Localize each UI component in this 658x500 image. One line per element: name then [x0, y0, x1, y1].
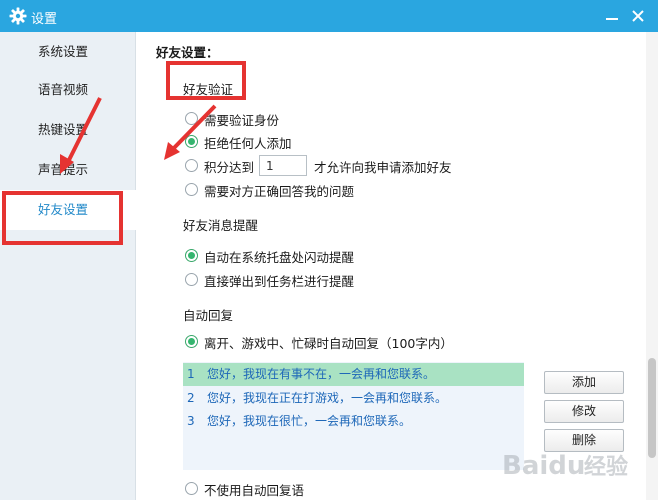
minimize-icon[interactable] [602, 6, 622, 26]
autoreply-option-disable[interactable]: 不使用自动回复语 [204, 480, 304, 499]
edit-reply-button[interactable]: 修改 [544, 400, 624, 423]
svg-text:经验: 经验 [584, 454, 628, 480]
sidebar-item-label: 语音视频 [38, 82, 89, 97]
title-bar: 设置 [0, 0, 658, 32]
list-item[interactable]: 2 您好，我现在正在打游戏，一会再和您联系。 [183, 387, 524, 410]
verify-radio-question[interactable] [185, 183, 198, 196]
reply-number: 2 [187, 391, 195, 405]
autoreply-option-enable[interactable]: 离开、游戏中、忙碌时自动回复（100字内） [204, 333, 453, 352]
list-item[interactable]: 3 您好，我现在很忙，一会再和您联系。 [183, 410, 524, 433]
verify-option-points-suffix: 才允许向我申请添加好友 [314, 160, 452, 175]
sidebar-item-system[interactable]: 系统设置 [0, 32, 136, 72]
notify-radio-taskbar[interactable] [185, 273, 198, 286]
notify-radio-tray[interactable] [185, 249, 198, 262]
sidebar-item-hotkeys[interactable]: 热键设置 [0, 110, 136, 150]
autoreply-radio-disable[interactable] [185, 482, 198, 495]
annotation-box-sidebar [2, 191, 123, 245]
svg-text:Baidu: Baidu [502, 451, 585, 481]
points-threshold-input[interactable] [259, 155, 307, 176]
window-title: 设置 [31, 12, 58, 27]
reply-number: 1 [187, 367, 195, 381]
notify-option-tray[interactable]: 自动在系统托盘处闪动提醒 [204, 247, 354, 266]
notify-option-taskbar[interactable]: 直接弹出到任务栏进行提醒 [204, 271, 354, 290]
autoreply-section-title: 自动回复 [183, 308, 234, 323]
verify-option-reject[interactable]: 拒绝任何人添加 [204, 133, 292, 152]
sidebar-item-label: 热键设置 [38, 122, 89, 137]
sidebar-item-label: 声音提示 [38, 162, 89, 177]
sidebar-item-voice-video[interactable]: 语音视频 [0, 70, 136, 110]
verify-radio-reject[interactable] [185, 135, 198, 148]
list-item[interactable]: 1 您好，我现在有事不在，一会再和您联系。 [183, 363, 524, 386]
settings-sidebar: 系统设置 语音视频 热键设置 声音提示 好友设置 [0, 32, 136, 500]
autoreply-radio-enable[interactable] [185, 335, 198, 348]
verify-option-question[interactable]: 需要对方正确回答我的问题 [204, 181, 354, 200]
verify-option-identity[interactable]: 需要验证身份 [204, 110, 279, 129]
annotation-box-verify [166, 61, 246, 100]
verify-radio-points[interactable] [185, 159, 198, 172]
close-icon[interactable] [628, 6, 648, 26]
sidebar-item-sound[interactable]: 声音提示 [0, 150, 136, 190]
verify-radio-identity[interactable] [185, 112, 198, 125]
reply-text: 您好，我现在有事不在，一会再和您联系。 [207, 367, 436, 381]
sidebar-item-label: 系统设置 [38, 44, 89, 59]
page-title: 好友设置： [156, 45, 219, 60]
scrollbar-thumb[interactable] [648, 358, 656, 458]
autoreply-list: 1 您好，我现在有事不在，一会再和您联系。 2 您好，我现在正在打游戏，一会再和… [183, 362, 524, 470]
verify-option-points-prefix[interactable]: 积分达到 [204, 157, 254, 176]
notify-section-title: 好友消息提醒 [183, 218, 259, 233]
reply-number: 3 [187, 414, 195, 428]
add-reply-button[interactable]: 添加 [544, 371, 624, 394]
reply-text: 您好，我现在很忙，一会再和您联系。 [207, 414, 412, 428]
reply-text: 您好，我现在正在打游戏，一会再和您联系。 [207, 391, 448, 405]
baidu-watermark-logo: Baidu 经验 [502, 451, 628, 481]
gear-icon [9, 7, 27, 25]
